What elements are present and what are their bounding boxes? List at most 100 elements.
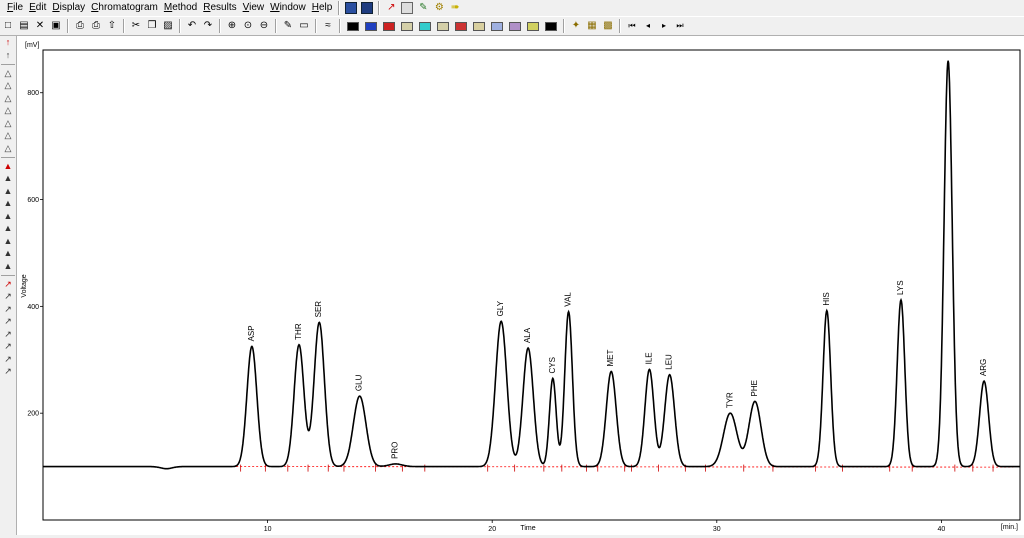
overlay-icon[interactable]: ✦	[570, 20, 582, 32]
peak-edit-icon[interactable]: ▲	[2, 248, 14, 259]
peak-label: HIS	[822, 292, 831, 305]
zoom-out-icon[interactable]: ⊖	[258, 20, 270, 32]
peak-edit-icon[interactable]: ▲	[2, 186, 14, 197]
menu-bar: File Edit Display Chromatogram Method Re…	[0, 0, 1024, 16]
peak-label: TYR	[725, 392, 734, 408]
trace-color-swatch[interactable]	[509, 21, 521, 31]
x-tick-label: 40	[937, 526, 945, 533]
report-icon[interactable]: ✎	[417, 2, 429, 14]
graph-icon[interactable]: ↗	[385, 2, 397, 14]
integration-icon[interactable]: △	[2, 105, 14, 116]
trace-color-swatch[interactable]	[491, 21, 503, 31]
paste-icon[interactable]: ▨	[162, 20, 174, 32]
trace-color-swatch[interactable]	[473, 21, 485, 31]
previous-icon[interactable]: ◂	[642, 20, 654, 32]
baseline-icon[interactable]: ↗	[2, 354, 14, 365]
trace-color-swatch[interactable]	[455, 21, 467, 31]
menu-view[interactable]: View	[240, 0, 268, 16]
toolbar-separator	[275, 19, 277, 33]
toolbar-separator	[219, 19, 221, 33]
x-tick-label: 30	[713, 526, 721, 533]
y-unit-label: [mV]	[25, 42, 39, 49]
y-tick-label: 600	[27, 197, 39, 204]
baseline-icon[interactable]: ↗	[2, 341, 14, 352]
run-icon[interactable]: ➠	[449, 2, 461, 14]
peak-edit-icon[interactable]: ▲	[2, 211, 14, 222]
peak-label: ARG	[979, 359, 988, 376]
integration-icon[interactable]: △	[2, 80, 14, 91]
table-icon[interactable]	[401, 2, 414, 14]
trace-color-swatch[interactable]	[383, 21, 395, 31]
close-icon[interactable]: ✕	[34, 20, 46, 32]
peak-edit-icon[interactable]: ▲	[2, 261, 14, 272]
peak-edit-icon[interactable]: ▲	[2, 198, 14, 209]
window-tile-icon[interactable]	[361, 2, 374, 14]
comment-icon[interactable]: ▭	[298, 20, 310, 32]
integration-icon[interactable]: △	[2, 143, 14, 154]
first-icon[interactable]: ⏮	[626, 20, 638, 32]
edit-icon[interactable]: ✎	[282, 20, 294, 32]
print-icon[interactable]: ⎙	[74, 20, 86, 32]
baseline-icon[interactable]: ↗	[2, 304, 14, 315]
calibration-icon[interactable]: ≈	[322, 20, 334, 32]
trace-color-swatch[interactable]	[545, 21, 557, 31]
image-icon[interactable]: ▩	[602, 20, 614, 32]
cut-icon[interactable]: ✂	[130, 20, 142, 32]
plot-area	[42, 49, 1021, 521]
menu-method[interactable]: Method	[161, 0, 200, 16]
baseline-icon[interactable]: ↗	[2, 366, 14, 377]
menu-separator	[338, 1, 341, 15]
peak-label: PRO	[391, 442, 400, 459]
integration-icon[interactable]: △	[2, 130, 14, 141]
undo-icon[interactable]: ↶	[186, 20, 198, 32]
menu-file[interactable]: File	[4, 0, 26, 16]
menu-results[interactable]: Results	[200, 0, 239, 16]
open-icon[interactable]: ▤	[18, 20, 30, 32]
trace-color-swatch[interactable]	[437, 21, 449, 31]
trace-color-swatch[interactable]	[347, 21, 359, 31]
baseline-icon[interactable]: ↗	[2, 329, 14, 340]
x-axis-label: Time	[520, 525, 535, 532]
peak-edit-icon[interactable]: ▲	[2, 223, 14, 234]
chromatogram-panel: 200 400 600 800 10 20 30 40 [mV] Voltage [min.…	[17, 36, 1024, 535]
copy-icon[interactable]: ❐	[146, 20, 158, 32]
integration-icon[interactable]: △	[2, 68, 14, 79]
zoom-reset-icon[interactable]: ⊙	[242, 20, 254, 32]
integration-icon[interactable]: △	[2, 93, 14, 104]
peak-label: GLY	[496, 300, 505, 316]
baseline-icon[interactable]: ↗	[2, 316, 14, 327]
redo-icon[interactable]: ↷	[202, 20, 214, 32]
menu-window[interactable]: Window	[267, 0, 309, 16]
print-preview-icon[interactable]: ⎙	[90, 20, 102, 32]
grid-icon[interactable]: ▦	[586, 20, 598, 32]
menu-chromatogram[interactable]: Chromatogram	[88, 0, 161, 16]
window-cascade-icon[interactable]	[345, 2, 358, 14]
trace-color-swatch[interactable]	[419, 21, 431, 31]
trace-color-swatch[interactable]	[527, 21, 539, 31]
integration-icon[interactable]: △	[2, 118, 14, 129]
baseline-icon[interactable]: ↗	[2, 291, 14, 302]
peak-icon[interactable]: ↑	[2, 37, 14, 48]
toolbar-separator	[339, 19, 341, 33]
export-icon[interactable]: ⇧	[106, 20, 118, 32]
new-icon[interactable]: □	[2, 20, 14, 32]
zoom-in-icon[interactable]: ⊕	[226, 20, 238, 32]
peak-label: THR	[294, 323, 303, 340]
toolbar-separator	[123, 19, 125, 33]
peak-label: MET	[606, 350, 615, 367]
last-icon[interactable]: ⏭	[674, 20, 686, 32]
trace-color-swatch[interactable]	[401, 21, 413, 31]
trace-color-swatch[interactable]	[365, 21, 377, 31]
next-icon[interactable]: ▸	[658, 20, 670, 32]
peak-label: ALA	[523, 327, 532, 343]
baseline-icon[interactable]: ↗	[2, 279, 14, 290]
menu-help[interactable]: Help	[309, 0, 336, 16]
save-icon[interactable]: ▣	[50, 20, 62, 32]
calibrate-icon[interactable]: ⚙	[433, 2, 445, 14]
menu-display[interactable]: Display	[49, 0, 88, 16]
peak-edit-icon[interactable]: ▲	[2, 236, 14, 247]
peak-edit-icon[interactable]: ▲	[2, 173, 14, 184]
peak-icon[interactable]: ↑	[2, 50, 14, 61]
menu-edit[interactable]: Edit	[26, 0, 49, 16]
peak-edit-icon[interactable]: ▲	[2, 161, 14, 172]
